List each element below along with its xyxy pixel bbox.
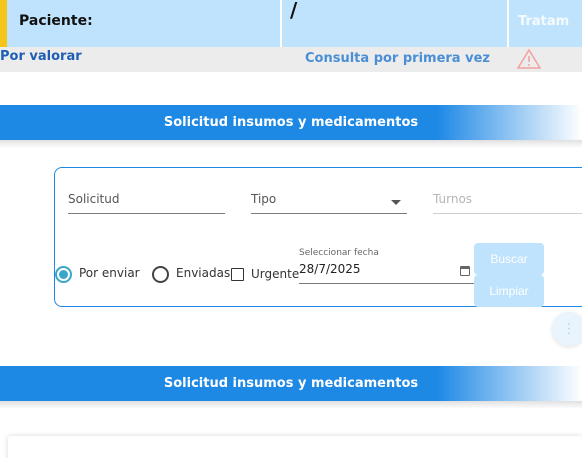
section-title: Solicitud insumos y medicamentos (163, 376, 419, 391)
radio-por-enviar-label: Por enviar (79, 266, 140, 280)
date-label: Seleccionar fecha (299, 248, 379, 258)
solicitud-label: Solicitud (68, 192, 120, 206)
banner-shadow (0, 401, 582, 409)
chevron-down-icon (391, 200, 401, 205)
calendar-icon[interactable] (460, 266, 470, 276)
search-button[interactable]: Buscar (474, 243, 544, 275)
clear-button[interactable]: Limpiar (474, 275, 544, 307)
turnos-select[interactable]: Turnos (433, 190, 582, 214)
date-value: 28/7/2025 (299, 262, 361, 276)
treatment-label: Tratam (518, 14, 570, 29)
turnos-label: Turnos (433, 192, 473, 206)
urgente-label: Urgente (251, 267, 300, 281)
section-banner: Solicitud insumos y medicamentos (0, 105, 582, 140)
patient-label: Paciente: (19, 13, 93, 29)
results-card (8, 436, 582, 458)
patient-separator: / (290, 0, 298, 22)
tipo-select[interactable]: Tipo (251, 190, 407, 214)
solicitud-field[interactable]: Solicitud (68, 190, 225, 214)
section-title: Solicitud insumos y medicamentos (163, 115, 419, 130)
patient-accent-bar (0, 0, 7, 47)
radio-enviadas[interactable] (152, 266, 169, 283)
urgente-checkbox[interactable] (231, 268, 244, 281)
radio-por-enviar[interactable] (55, 266, 72, 283)
section-banner: Solicitud insumos y medicamentos (0, 366, 582, 401)
patient-status-row: Por valorar Consulta por primera vez (0, 47, 582, 72)
banner-shadow (0, 140, 582, 148)
status-por-valorar: Por valorar (0, 49, 82, 64)
date-input[interactable]: 28/7/2025 (299, 262, 474, 284)
warning-triangle-icon (516, 48, 542, 69)
radio-enviadas-label: Enviadas (176, 266, 231, 280)
consulta-type: Consulta por primera vez (305, 51, 490, 66)
more-icon[interactable]: ⋮ (552, 312, 582, 346)
tipo-label: Tipo (251, 192, 277, 206)
